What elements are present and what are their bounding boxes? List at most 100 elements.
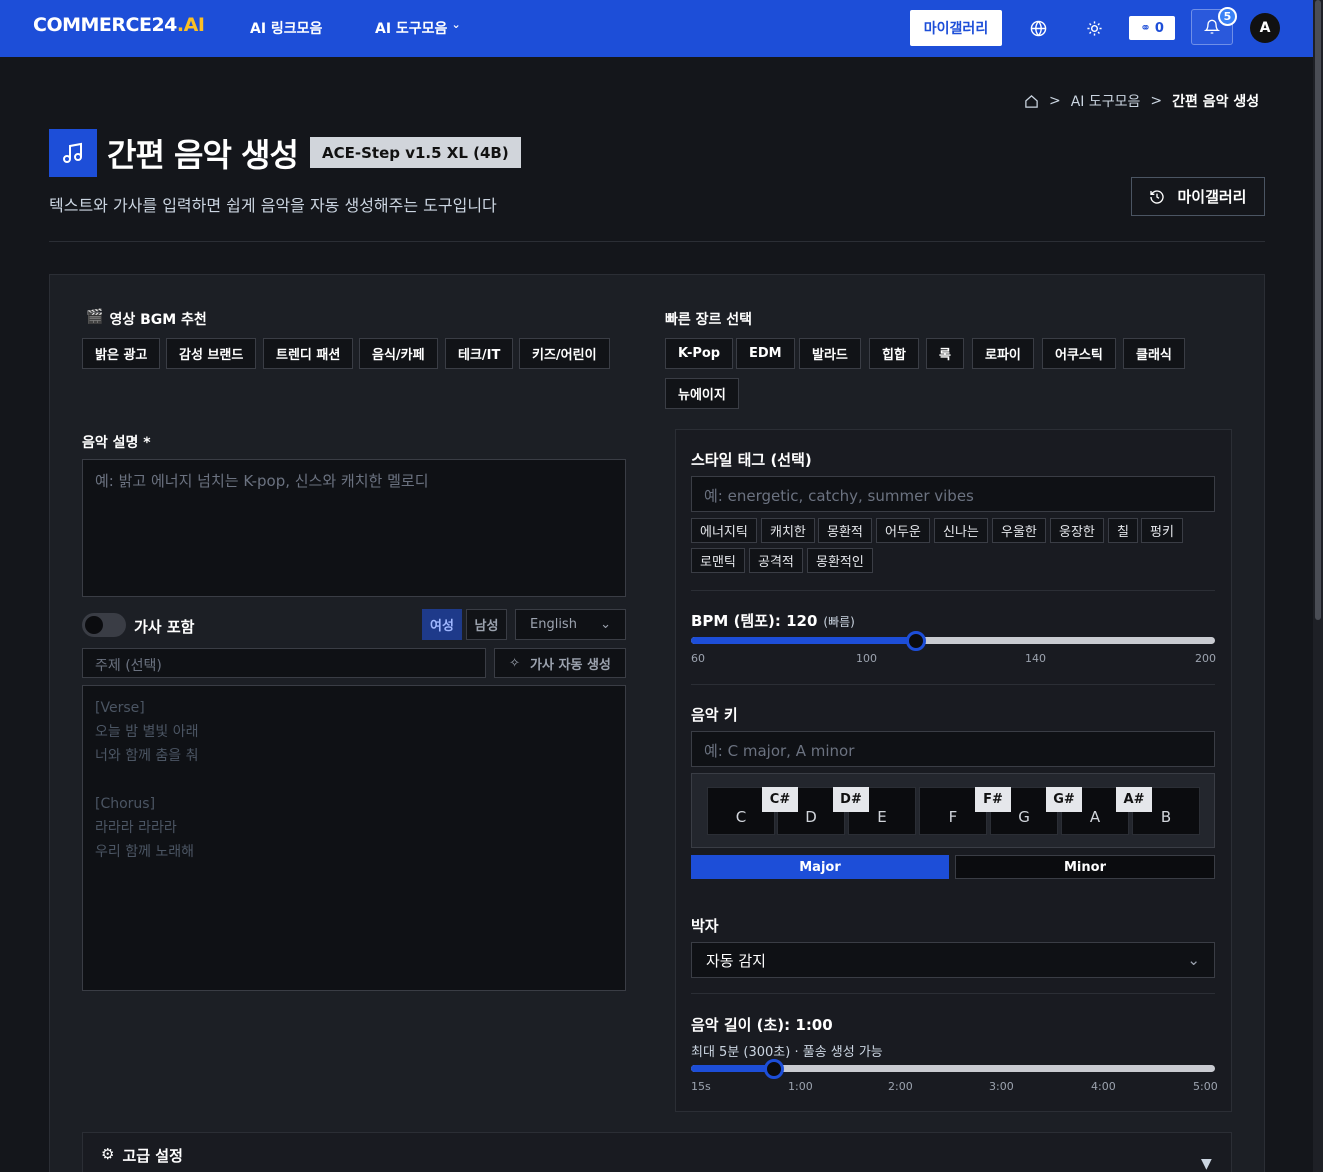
duration-tick: 15s bbox=[691, 1080, 711, 1093]
genre-chip[interactable]: 힙합 bbox=[869, 338, 919, 369]
bgm-heading: 🎬 영상 BGM 추천 bbox=[86, 309, 207, 328]
style-tag[interactable]: 에너지틱 bbox=[691, 518, 757, 543]
genre-chip[interactable]: 발라드 bbox=[799, 338, 861, 369]
genre-chip[interactable]: K-Pop bbox=[665, 338, 734, 369]
key-label: 음악 키 bbox=[691, 706, 738, 724]
advanced-settings[interactable] bbox=[82, 1132, 1232, 1172]
genre-chip[interactable]: 어쿠스틱 bbox=[1042, 338, 1116, 369]
duration-tick: 1:00 bbox=[788, 1080, 813, 1093]
style-tags-input[interactable]: 예: energetic, catchy, summer vibes bbox=[691, 476, 1215, 512]
style-tag[interactable]: 공격적 bbox=[749, 548, 803, 573]
gear-icon: ⚙ bbox=[101, 1145, 115, 1163]
style-tag[interactable]: 몽환적인 bbox=[807, 548, 873, 573]
bgm-chip[interactable]: 음식/카페 bbox=[359, 338, 438, 369]
duration-label: 음악 길이 (초): 1:00 bbox=[691, 1016, 833, 1034]
music-note-icon bbox=[49, 129, 97, 177]
bell-icon bbox=[1204, 19, 1220, 34]
nav-link-ai-links[interactable]: AI 링크모음 bbox=[250, 18, 322, 38]
piano-key-d-sharp[interactable]: D# bbox=[833, 787, 869, 812]
model-badge: ACE-Step v1.5 XL (4B) bbox=[310, 137, 521, 168]
lyrics-toggle-label: 가사 포함 bbox=[134, 618, 195, 636]
breadcrumb-current: 간편 음악 생성 bbox=[1172, 94, 1260, 110]
my-gallery-button[interactable]: 마이갤러리 bbox=[910, 10, 1002, 46]
piano-key-g-sharp[interactable]: G# bbox=[1046, 787, 1082, 812]
genre-chip[interactable]: 클래식 bbox=[1123, 338, 1185, 369]
bgm-chip[interactable]: 키즈/어린이 bbox=[519, 338, 610, 369]
meter-select[interactable]: 자동 감지 ⌄ bbox=[691, 942, 1215, 978]
style-tag[interactable]: 칠 bbox=[1108, 518, 1138, 543]
clapper-icon: 🎬 bbox=[86, 309, 104, 325]
scrollbar[interactable] bbox=[1313, 0, 1323, 1172]
page-title: 간편 음악 생성 bbox=[107, 136, 299, 174]
bpm-slider[interactable] bbox=[691, 637, 1215, 644]
style-tag[interactable]: 로맨틱 bbox=[691, 548, 745, 573]
major-button[interactable]: Major bbox=[691, 855, 949, 879]
female-voice-button[interactable]: 여성 bbox=[422, 609, 462, 640]
advanced-settings-label: ⚙ 고급 설정 bbox=[101, 1145, 183, 1165]
home-icon[interactable] bbox=[1024, 94, 1039, 109]
chevron-down-icon: ⌄ bbox=[1187, 951, 1200, 969]
breadcrumb-ai-tools[interactable]: AI 도구모음 bbox=[1071, 91, 1141, 111]
style-tag[interactable]: 펑키 bbox=[1141, 518, 1183, 543]
lyrics-textarea[interactable]: [Verse] 오늘 밤 별빛 아래 너와 함께 춤을 춰 [Chorus] 라라라 라… bbox=[82, 685, 626, 991]
key-input[interactable]: 예: C major, A minor bbox=[691, 731, 1215, 767]
style-tags-label: 스타일 태그 (선택) bbox=[691, 451, 812, 469]
style-tag[interactable]: 신나는 bbox=[934, 518, 988, 543]
piano-key-a-sharp[interactable]: A# bbox=[1116, 787, 1152, 812]
bpm-label: BPM (템포): 120 (빠름) bbox=[691, 612, 855, 630]
page-subtitle: 텍스트와 가사를 입력하면 쉽게 음악을 자동 생성해주는 도구입니다 bbox=[49, 196, 497, 215]
bpm-tick: 100 bbox=[856, 652, 877, 665]
divider bbox=[691, 590, 1215, 591]
meter-label: 박자 bbox=[691, 917, 719, 935]
breadcrumb: > AI 도구모음 > 간편 음악 생성 bbox=[1024, 91, 1259, 111]
duration-tick: 2:00 bbox=[888, 1080, 913, 1093]
globe-icon[interactable] bbox=[1028, 18, 1048, 38]
piano-key-f-sharp[interactable]: F# bbox=[975, 787, 1011, 812]
male-voice-button[interactable]: 남성 bbox=[466, 609, 507, 640]
bpm-tick: 60 bbox=[691, 652, 705, 665]
bgm-chip[interactable]: 밝은 광고 bbox=[82, 338, 161, 369]
genre-chip[interactable]: EDM bbox=[736, 338, 795, 369]
style-tag[interactable]: 캐치한 bbox=[761, 518, 815, 543]
bpm-tick: 200 bbox=[1195, 652, 1216, 665]
logo[interactable]: COMMERCE24.AI bbox=[33, 14, 205, 36]
bgm-chip[interactable]: 감성 브랜드 bbox=[166, 338, 257, 369]
minor-button[interactable]: Minor bbox=[955, 855, 1215, 879]
divider bbox=[691, 993, 1215, 994]
style-tag[interactable]: 어두운 bbox=[876, 518, 930, 543]
genre-chip[interactable]: 뉴에이지 bbox=[665, 378, 739, 409]
duration-hint: 최대 5분 (300초) · 풀송 생성 가능 bbox=[691, 1045, 883, 1060]
divider bbox=[49, 241, 1265, 242]
description-textarea[interactable]: 예: 밝고 에너지 넘치는 K-pop, 신스와 캐치한 멜로디 bbox=[82, 459, 626, 597]
bgm-chip[interactable]: 트렌디 패션 bbox=[263, 338, 354, 369]
bpm-tick: 140 bbox=[1025, 652, 1046, 665]
duration-slider-handle[interactable] bbox=[763, 1059, 784, 1079]
sun-icon[interactable] bbox=[1084, 18, 1104, 38]
coins-icon: ⚭ bbox=[1140, 20, 1151, 36]
topic-input[interactable]: 주제 (선택) bbox=[82, 648, 486, 678]
genre-chip[interactable]: 록 bbox=[926, 338, 964, 369]
piano-key-c-sharp[interactable]: C# bbox=[762, 787, 798, 812]
genre-heading: 빠른 장르 선택 bbox=[665, 312, 753, 328]
chevron-down-icon: ⌄ bbox=[600, 617, 611, 632]
style-tag[interactable]: 우울한 bbox=[992, 518, 1046, 543]
avatar[interactable]: A bbox=[1250, 13, 1280, 43]
nav-link-ai-tools[interactable]: AI 도구모음 ⌄ bbox=[375, 18, 461, 38]
duration-tick: 4:00 bbox=[1091, 1080, 1116, 1093]
notification-count: 5 bbox=[1218, 7, 1237, 26]
gallery-button[interactable]: 마이갤러리 bbox=[1131, 177, 1265, 216]
style-tag[interactable]: 몽환적 bbox=[818, 518, 872, 543]
auto-lyrics-button[interactable]: ✧ 가사 자동 생성 bbox=[494, 648, 626, 678]
credits-badge[interactable]: ⚭ 0 bbox=[1129, 16, 1175, 40]
language-select[interactable]: English ⌄ bbox=[515, 609, 626, 640]
style-tag[interactable]: 웅장한 bbox=[1050, 518, 1104, 543]
expand-icon[interactable]: ▼ bbox=[1201, 1156, 1212, 1172]
magic-wand-icon: ✧ bbox=[509, 655, 521, 671]
duration-tick: 3:00 bbox=[989, 1080, 1014, 1093]
chevron-down-icon: ⌄ bbox=[451, 18, 461, 31]
lyrics-toggle[interactable] bbox=[82, 613, 126, 637]
genre-chip[interactable]: 로파이 bbox=[972, 338, 1034, 369]
bpm-slider-handle[interactable] bbox=[905, 631, 926, 651]
bgm-chip[interactable]: 테크/IT bbox=[445, 338, 514, 369]
divider bbox=[691, 684, 1215, 685]
